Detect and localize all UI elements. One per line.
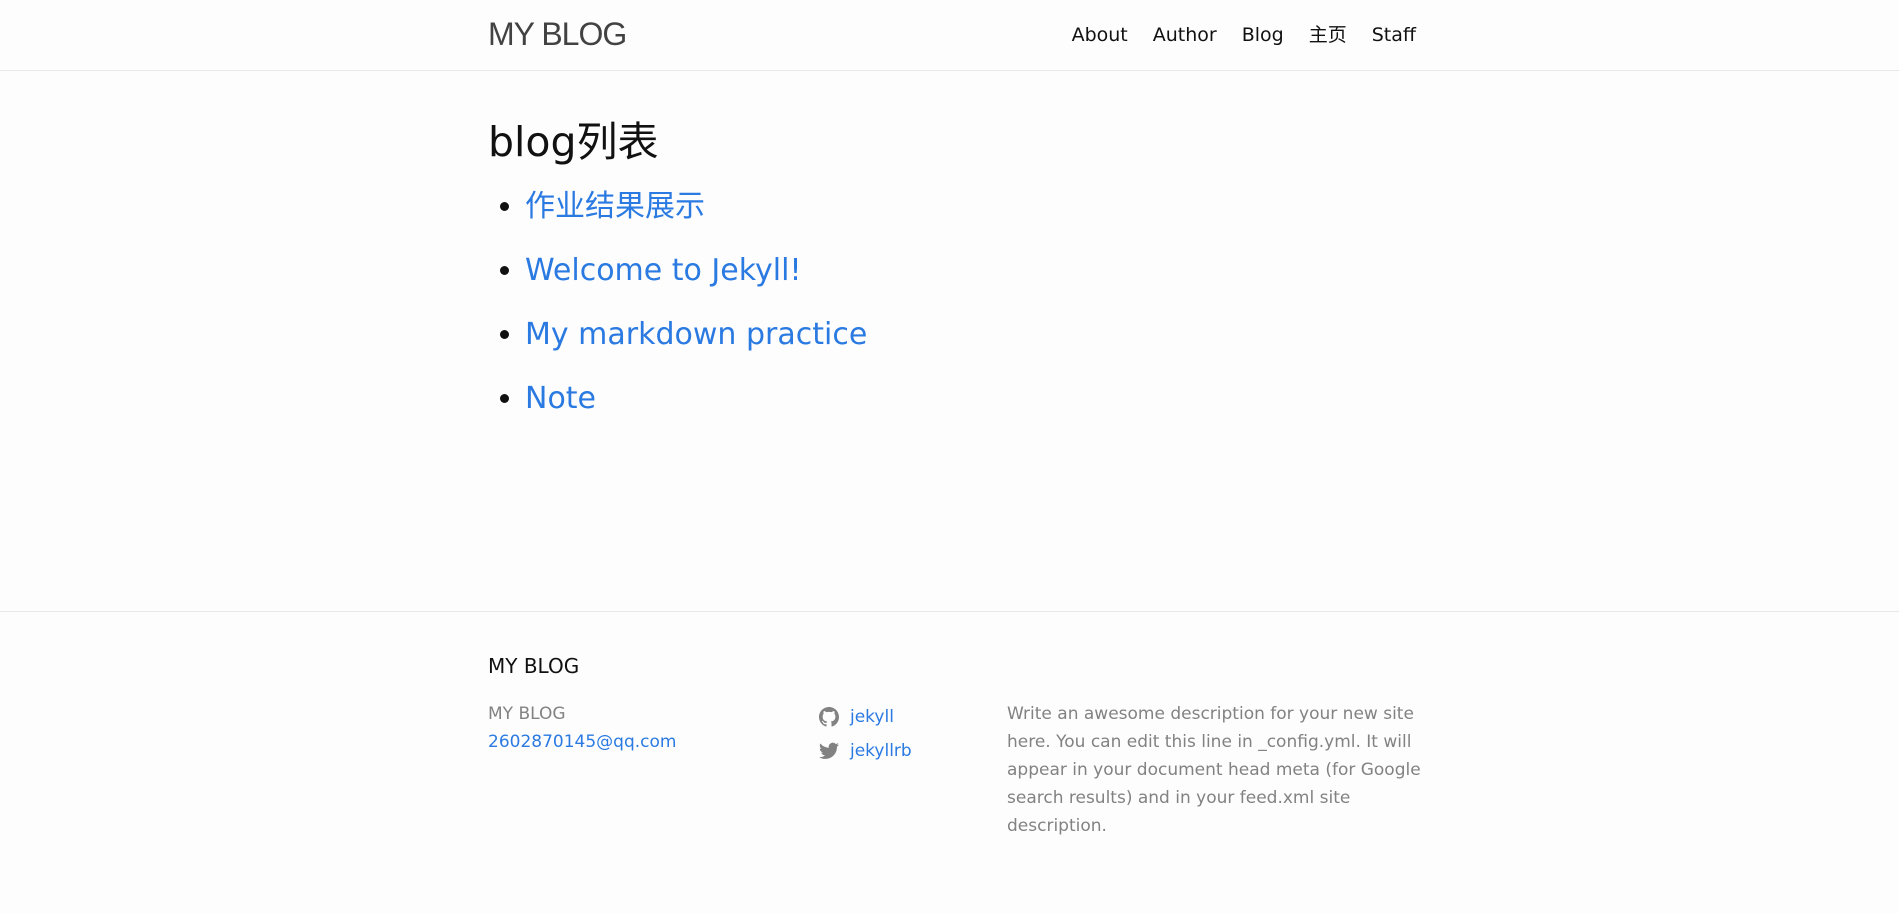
nav-link-blog[interactable]: Blog: [1242, 22, 1284, 48]
footer-description: Write an awesome description for your ne…: [1007, 704, 1421, 836]
post-link[interactable]: My markdown practice: [525, 317, 867, 352]
list-item: 作业结果展示: [525, 187, 867, 251]
nav-link-staff[interactable]: Staff: [1372, 22, 1416, 48]
footer-email-link[interactable]: 2602870145@qq.com: [488, 732, 676, 752]
page-content: blog列表 作业结果展示 Welcome to Jekyll! My mark…: [0, 71, 1899, 611]
twitter-link[interactable]: jekyllrb: [850, 741, 912, 761]
post-link[interactable]: Note: [525, 381, 596, 416]
site-nav: About Author Blog 主页 Staff: [1072, 22, 1416, 48]
footer-site-name: MY BLOG: [488, 704, 566, 724]
site-title-link[interactable]: MY BLOG: [488, 14, 627, 54]
post-link[interactable]: 作业结果展示: [525, 189, 705, 224]
twitter-icon[interactable]: [818, 740, 840, 762]
site-header: MY BLOG About Author Blog 主页 Staff: [0, 0, 1899, 71]
post-link[interactable]: Welcome to Jekyll!: [525, 253, 801, 288]
social-item-github: jekyll: [818, 700, 978, 734]
list-item: Note: [525, 379, 867, 443]
nav-link-about[interactable]: About: [1072, 22, 1128, 48]
footer-social: jekyll jekyllrb: [818, 700, 978, 768]
site-footer: MY BLOG MY BLOG 2602870145@qq.com jekyll: [0, 611, 1899, 913]
list-item: My markdown practice: [525, 315, 867, 379]
github-link[interactable]: jekyll: [850, 707, 894, 727]
footer-heading: MY BLOG: [488, 654, 580, 678]
social-item-twitter: jekyllrb: [818, 734, 978, 768]
list-item: Welcome to Jekyll!: [525, 251, 867, 315]
nav-link-home[interactable]: 主页: [1309, 22, 1347, 48]
nav-link-author[interactable]: Author: [1153, 22, 1217, 48]
github-icon[interactable]: [818, 706, 840, 728]
footer-contact: MY BLOG 2602870145@qq.com: [488, 700, 788, 756]
page-title: blog列表: [488, 118, 659, 166]
post-list: 作业结果展示 Welcome to Jekyll! My markdown pr…: [488, 187, 867, 443]
